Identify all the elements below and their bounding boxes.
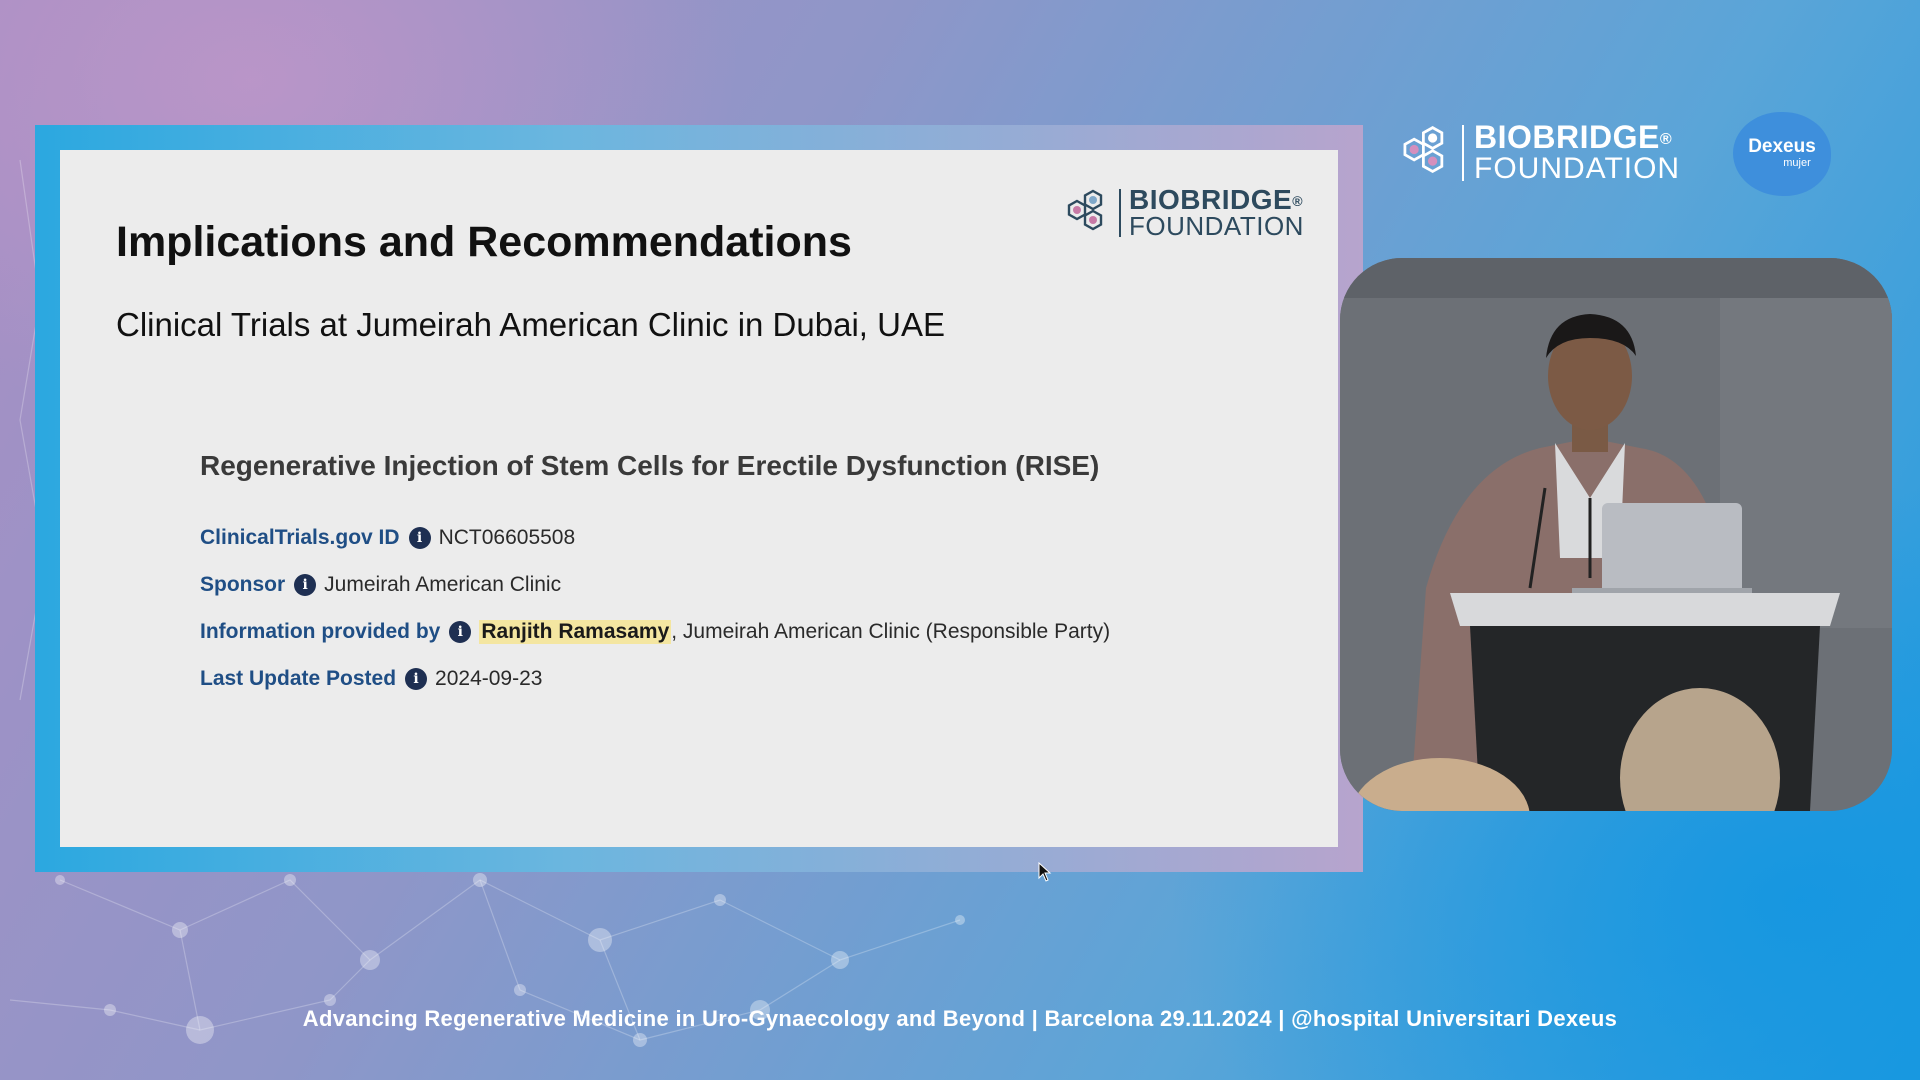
info-circle-icon: i [294,573,317,596]
info-circle-icon: i [449,620,472,643]
dexeus-name: Dexeus [1748,136,1816,157]
dexeus-sub: mujer [1783,157,1811,169]
field-label: Last Update Posted [200,666,397,690]
slide-title: Implications and Recommendations [116,218,852,266]
field-value: , Jumeirah American Clinic (Responsible … [671,619,1111,643]
field-value: Jumeirah American Clinic [324,572,562,596]
logo-line2: FOUNDATION [1129,211,1304,241]
brand-registered: ® [1659,131,1673,148]
trial-field-last-update: Last Update Posted i 2024-09-23 [200,655,1180,702]
event-footer-banner: Advancing Regenerative Medicine in Uro-G… [302,1006,1618,1031]
brand-line2: FOUNDATION [1474,152,1681,185]
trial-field-sponsor: Sponsor i Jumeirah American Clinic [200,561,1180,608]
brand-divider [1462,125,1464,181]
field-label: Information provided by [200,619,441,643]
info-circle-icon: i [405,667,428,690]
brand-text: BIOBRIDGE® FOUNDATION [1474,119,1681,185]
slide-logo-text: BIOBRIDGE® FOUNDATION [1129,186,1304,240]
logo-registered: ® [1292,193,1304,209]
field-value: 2024-09-23 [435,666,543,690]
trial-title: Regenerative Injection of Stem Cells for… [200,450,1100,481]
logo-divider [1119,189,1121,237]
trial-field-provider: Information provided by i Ranjith Ramasa… [200,608,1180,655]
hexagon-molecule-icon [1403,126,1444,174]
hexagon-molecule-icon [1067,189,1103,231]
highlighted-name: Ranjith Ramasamy [479,619,672,644]
slide-biobridge-logo: BIOBRIDGE® FOUNDATION [1063,186,1304,240]
info-circle-icon: i [408,526,431,549]
speaker-video-image [1340,258,1892,811]
presentation-slide: Implications and Recommendations Clinica… [60,150,1338,847]
clinical-trial-card: Regenerative Injection of Stem Cells for… [200,450,1180,702]
overlay-biobridge-logo: BIOBRIDGE® FOUNDATION [1398,119,1681,185]
field-label: Sponsor [200,572,286,596]
speaker-video-feed [1340,258,1892,811]
field-label: ClinicalTrials.gov ID [200,525,400,549]
slide-frame: Implications and Recommendations Clinica… [35,125,1363,872]
dexeus-mujer-logo: Dexeus mujer [1733,112,1831,196]
trial-field-id: ClinicalTrials.gov ID i NCT06605508 [200,514,1180,561]
field-value: NCT06605508 [438,525,576,549]
brand-line1: BIOBRIDGE [1474,119,1660,155]
mouse-pointer-icon [1038,862,1052,882]
slide-subtitle: Clinical Trials at Jumeirah American Cli… [116,306,945,343]
